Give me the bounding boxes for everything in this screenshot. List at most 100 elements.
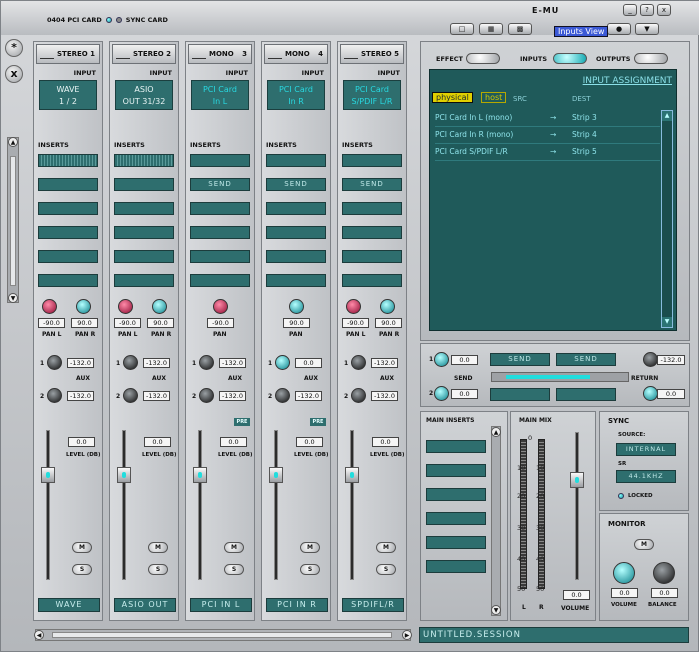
insert-slot[interactable] (342, 202, 402, 215)
insert-slot[interactable] (266, 154, 326, 167)
aux1-value[interactable]: -132.0 (67, 358, 94, 368)
return-slot-1[interactable] (490, 388, 550, 401)
insert-slot[interactable] (190, 274, 250, 287)
return2-knob[interactable] (643, 386, 658, 401)
open-file-icon[interactable]: ▦ (479, 23, 503, 35)
strip-header[interactable]: MONO 3 (188, 44, 252, 64)
main-insert-slot[interactable] (426, 440, 486, 453)
solo-button[interactable]: S (300, 564, 320, 575)
pan-left-knob[interactable] (118, 299, 133, 314)
main-insert-slot[interactable] (426, 536, 486, 549)
strip-name[interactable]: ASIO OUT (114, 598, 176, 612)
star-button[interactable]: * (5, 39, 23, 57)
close-button[interactable]: x (657, 4, 671, 16)
pan-left-value[interactable]: -90.0 (342, 318, 369, 328)
help-button[interactable]: ? (640, 4, 654, 16)
insert-slot[interactable] (114, 226, 174, 239)
send1-value[interactable]: 0.0 (451, 355, 478, 365)
strip-header[interactable]: STEREO 2 (112, 44, 176, 64)
aux1-value[interactable]: 0.0 (295, 358, 322, 368)
strip-horizontal-scrollbar[interactable]: ◀ ▶ (34, 629, 412, 641)
aux2-knob[interactable] (123, 388, 138, 403)
physical-tab[interactable]: physical (432, 92, 473, 103)
assignment-row[interactable]: PCI Card S/PDIF L/R → Strip 5 (435, 147, 660, 161)
scroll-up-icon[interactable]: ▲ (662, 111, 672, 121)
monitor-mute-button[interactable]: M (634, 539, 654, 550)
pan-left-value[interactable]: -90.0 (114, 318, 141, 328)
new-file-icon[interactable]: □ (450, 23, 474, 35)
pan-right-value[interactable]: 90.0 (375, 318, 402, 328)
pan-left-knob[interactable] (346, 299, 361, 314)
level-fader[interactable] (269, 467, 283, 483)
main-insert-slot[interactable] (426, 488, 486, 501)
solo-button[interactable]: S (148, 564, 168, 575)
scroll-right-icon[interactable]: ▶ (402, 630, 412, 640)
aux2-value[interactable]: -132.0 (67, 391, 94, 401)
aux2-value[interactable]: -132.0 (371, 391, 398, 401)
monitor-volume-knob[interactable] (613, 562, 635, 584)
insert-slot[interactable] (266, 226, 326, 239)
info-icon[interactable]: ● (607, 23, 631, 35)
insert-slot[interactable] (342, 274, 402, 287)
return2-value[interactable]: 0.0 (657, 389, 685, 399)
insert-slot[interactable] (190, 226, 250, 239)
assignment-row[interactable]: PCI Card In R (mono) → Strip 4 (435, 130, 660, 144)
aux2-knob[interactable] (47, 388, 62, 403)
pan-right-knob[interactable] (152, 299, 167, 314)
insert-slot[interactable] (190, 154, 250, 167)
mute-button[interactable]: M (300, 542, 320, 553)
sample-rate-display[interactable]: 44.1KHZ (616, 470, 676, 483)
send-insert-slot[interactable]: SEND (190, 178, 250, 191)
send1-knob[interactable] (434, 352, 449, 367)
solo-button[interactable]: S (224, 564, 244, 575)
aux2-knob[interactable] (351, 388, 366, 403)
scroll-down-icon[interactable]: ▼ (8, 293, 18, 303)
monitor-balance-knob[interactable] (653, 562, 675, 584)
strip-name[interactable]: WAVE (38, 598, 100, 612)
main-insert-slot[interactable] (426, 560, 486, 573)
inputs-view-button[interactable] (553, 53, 587, 64)
insert-slot[interactable] (114, 202, 174, 215)
main-volume-value[interactable]: 0.0 (563, 590, 590, 600)
scroll-left-icon[interactable]: ◀ (34, 630, 44, 640)
level-fader-track[interactable] (198, 430, 202, 580)
minimize-button[interactable]: _ (623, 4, 637, 16)
insert-slot[interactable] (266, 250, 326, 263)
insert-slot[interactable] (190, 202, 250, 215)
insert-meter-slot[interactable] (114, 154, 174, 167)
host-tab[interactable]: host (481, 92, 507, 103)
pan-knob[interactable] (213, 299, 228, 314)
input-source-display[interactable]: ASIO OUT 31/32 (115, 80, 173, 110)
level-fader-track[interactable] (350, 430, 354, 580)
return1-knob[interactable] (643, 352, 658, 367)
return-slot-2[interactable] (556, 388, 616, 401)
main-insert-slot[interactable] (426, 464, 486, 477)
insert-slot[interactable] (266, 274, 326, 287)
input-source-display[interactable]: PCI Card In L (191, 80, 249, 110)
insert-slot[interactable] (342, 226, 402, 239)
insert-slot[interactable] (38, 202, 98, 215)
scroll-up-icon[interactable]: ▲ (491, 427, 501, 437)
aux1-knob[interactable] (47, 355, 62, 370)
mute-button[interactable]: M (376, 542, 396, 553)
scroll-thumb[interactable] (10, 156, 16, 286)
sync-source-display[interactable]: INTERNAL (616, 443, 676, 456)
aux1-knob[interactable] (123, 355, 138, 370)
pan-value[interactable]: -90.0 (207, 318, 234, 328)
insert-slot[interactable] (114, 250, 174, 263)
aux2-knob[interactable] (275, 388, 290, 403)
scroll-down-icon[interactable]: ▼ (662, 317, 672, 327)
level-fader-track[interactable] (46, 430, 50, 580)
level-fader[interactable] (117, 467, 131, 483)
send-slot-1[interactable]: SEND (490, 353, 550, 366)
insert-slot[interactable] (38, 274, 98, 287)
strip-name[interactable]: PCI IN L (190, 598, 252, 612)
insert-slot[interactable] (342, 154, 402, 167)
dropdown-icon[interactable]: ▼ (635, 23, 659, 35)
insert-slot[interactable] (38, 226, 98, 239)
aux1-knob[interactable] (275, 355, 290, 370)
level-value[interactable]: 0.0 (220, 437, 247, 447)
outputs-view-button[interactable] (634, 53, 668, 64)
pan-left-value[interactable]: -90.0 (38, 318, 65, 328)
level-fader-track[interactable] (274, 430, 278, 580)
